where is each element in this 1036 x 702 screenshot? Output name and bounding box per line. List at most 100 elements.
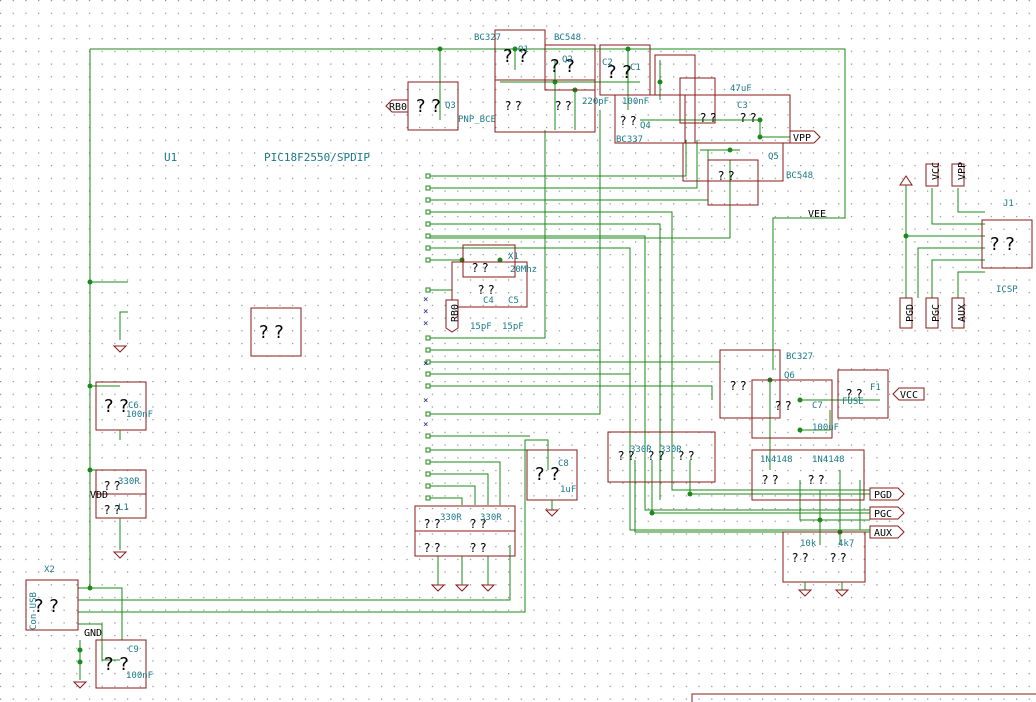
svg-text:BC548: BC548 <box>554 33 581 43</box>
svg-text:? ?: ? ? <box>535 464 560 485</box>
svg-text:? ?: ? ? <box>478 283 495 297</box>
u1-pin <box>425 221 431 227</box>
u1-pin <box>425 233 431 239</box>
svg-text:PGC: PGC <box>931 304 942 322</box>
svg-text:C1: C1 <box>630 63 641 73</box>
svg-text:330R: 330R <box>630 445 652 455</box>
gnd-net-label: GND <box>84 628 102 639</box>
svg-text:AUX: AUX <box>957 304 968 322</box>
svg-text:330R: 330R <box>480 513 502 523</box>
svg-text:? ?: ? ? <box>259 322 284 343</box>
svg-text:ICSP: ICSP <box>996 285 1018 295</box>
vpp-net-label: VPP <box>793 133 811 144</box>
svg-text:X1: X1 <box>508 252 519 262</box>
svg-text:BC327: BC327 <box>786 352 813 362</box>
svg-text:? ?: ? ? <box>762 473 779 487</box>
svg-text:BC327: BC327 <box>474 33 501 43</box>
svg-text:15pF: 15pF <box>502 322 524 332</box>
svg-text:? ?: ? ? <box>775 399 792 413</box>
u1-pin <box>425 447 431 453</box>
svg-text:C7: C7 <box>812 401 823 411</box>
vdd-net-label: VDD <box>90 490 108 501</box>
svg-text:100nF: 100nF <box>126 671 153 681</box>
svg-text:? ?: ? ? <box>555 99 572 113</box>
pgc-net-label: PGC <box>874 509 892 520</box>
aux-net-label: AUX <box>874 528 892 539</box>
svg-text:1N4148: 1N4148 <box>760 455 793 465</box>
svg-text:×: × <box>423 396 428 406</box>
u1-pin <box>425 371 431 377</box>
u1-pin <box>425 459 431 465</box>
svg-text:X2: X2 <box>44 565 55 575</box>
u1-pin <box>425 347 431 353</box>
svg-text:? ?: ? ? <box>718 169 735 183</box>
svg-text:×: × <box>423 420 428 430</box>
svg-text:? ?: ? ? <box>505 99 522 113</box>
svg-text:Q2: Q2 <box>562 55 573 65</box>
svg-text:×: × <box>423 295 428 305</box>
svg-text:PNP_BCE: PNP_BCE <box>458 115 496 125</box>
svg-text:Q4: Q4 <box>640 121 651 131</box>
svg-text:Q6: Q6 <box>784 371 795 381</box>
svg-text:L1: L1 <box>118 503 129 513</box>
svg-text:220pF: 220pF <box>582 97 609 107</box>
u1-pin <box>425 433 431 439</box>
svg-text:330R: 330R <box>440 513 462 523</box>
svg-text:Q1: Q1 <box>518 45 529 55</box>
u1-pin <box>425 495 431 501</box>
u1-pins <box>425 173 431 501</box>
svg-text:VPP: VPP <box>957 162 968 180</box>
u1-pin <box>425 185 431 191</box>
svg-text:C4: C4 <box>483 296 494 306</box>
u1-pin <box>425 383 431 389</box>
svg-text:C3: C3 <box>737 101 748 111</box>
svg-text:? ?: ? ? <box>808 473 825 487</box>
u1-pin <box>425 483 431 489</box>
svg-text:Q5: Q5 <box>768 152 779 162</box>
svg-text:Con-USB: Con-USB <box>29 592 39 630</box>
svg-text:47uF: 47uF <box>730 84 752 94</box>
rb0-label-2: RB0 <box>450 304 461 322</box>
svg-text:100nF: 100nF <box>622 97 649 107</box>
svg-text:FUSE: FUSE <box>842 397 864 407</box>
svg-text:C2: C2 <box>602 58 613 68</box>
svg-text:BC548: BC548 <box>786 171 813 181</box>
svg-text:? ?: ? ? <box>424 541 441 555</box>
svg-text:×: × <box>423 307 428 317</box>
vcc-net-label: VCC <box>900 390 918 401</box>
svg-text:C8: C8 <box>558 459 569 469</box>
svg-text:100nF: 100nF <box>126 410 153 420</box>
svg-text:? ?: ? ? <box>424 517 441 531</box>
u1-pin <box>425 287 431 293</box>
rb0-label: RB0 <box>389 102 407 113</box>
svg-text:330R: 330R <box>118 477 140 487</box>
svg-text:? ?: ? ? <box>792 551 809 565</box>
svg-text:4k7: 4k7 <box>838 539 854 549</box>
svg-text:×: × <box>423 359 428 369</box>
svg-text:F1: F1 <box>870 383 881 393</box>
u1-pin <box>425 209 431 215</box>
vee-net-label: VEE <box>808 209 826 220</box>
svg-text:Q3: Q3 <box>445 101 456 111</box>
svg-text:1N4148: 1N4148 <box>812 455 845 465</box>
u1-pin <box>425 245 431 251</box>
svg-text:? ?: ? ? <box>416 96 441 117</box>
svg-text:? ?: ? ? <box>700 111 717 125</box>
svg-text:BC337: BC337 <box>616 135 643 145</box>
u1-pin <box>425 471 431 477</box>
u1-pin <box>425 257 431 263</box>
u1-pin <box>425 173 431 179</box>
svg-text:? ?: ? ? <box>990 234 1015 255</box>
svg-text:? ?: ? ? <box>620 114 637 128</box>
u1-pin <box>425 197 431 203</box>
pgd-net-label: PGD <box>874 490 892 501</box>
svg-text:15pF: 15pF <box>470 322 492 332</box>
net-ports: PGD PGC AUX <box>869 487 905 539</box>
svg-text:1uF: 1uF <box>560 485 576 495</box>
svg-text:10k: 10k <box>800 539 817 549</box>
svg-text:? ?: ? ? <box>730 379 747 393</box>
u1-ref: U1 <box>164 151 177 164</box>
schematic-canvas[interactable]: × × × × × × U1 PIC18F2550/SPDIP ? ? ? ? … <box>0 0 1036 702</box>
svg-text:100uF: 100uF <box>812 423 839 433</box>
svg-text:J1: J1 <box>1003 199 1014 209</box>
